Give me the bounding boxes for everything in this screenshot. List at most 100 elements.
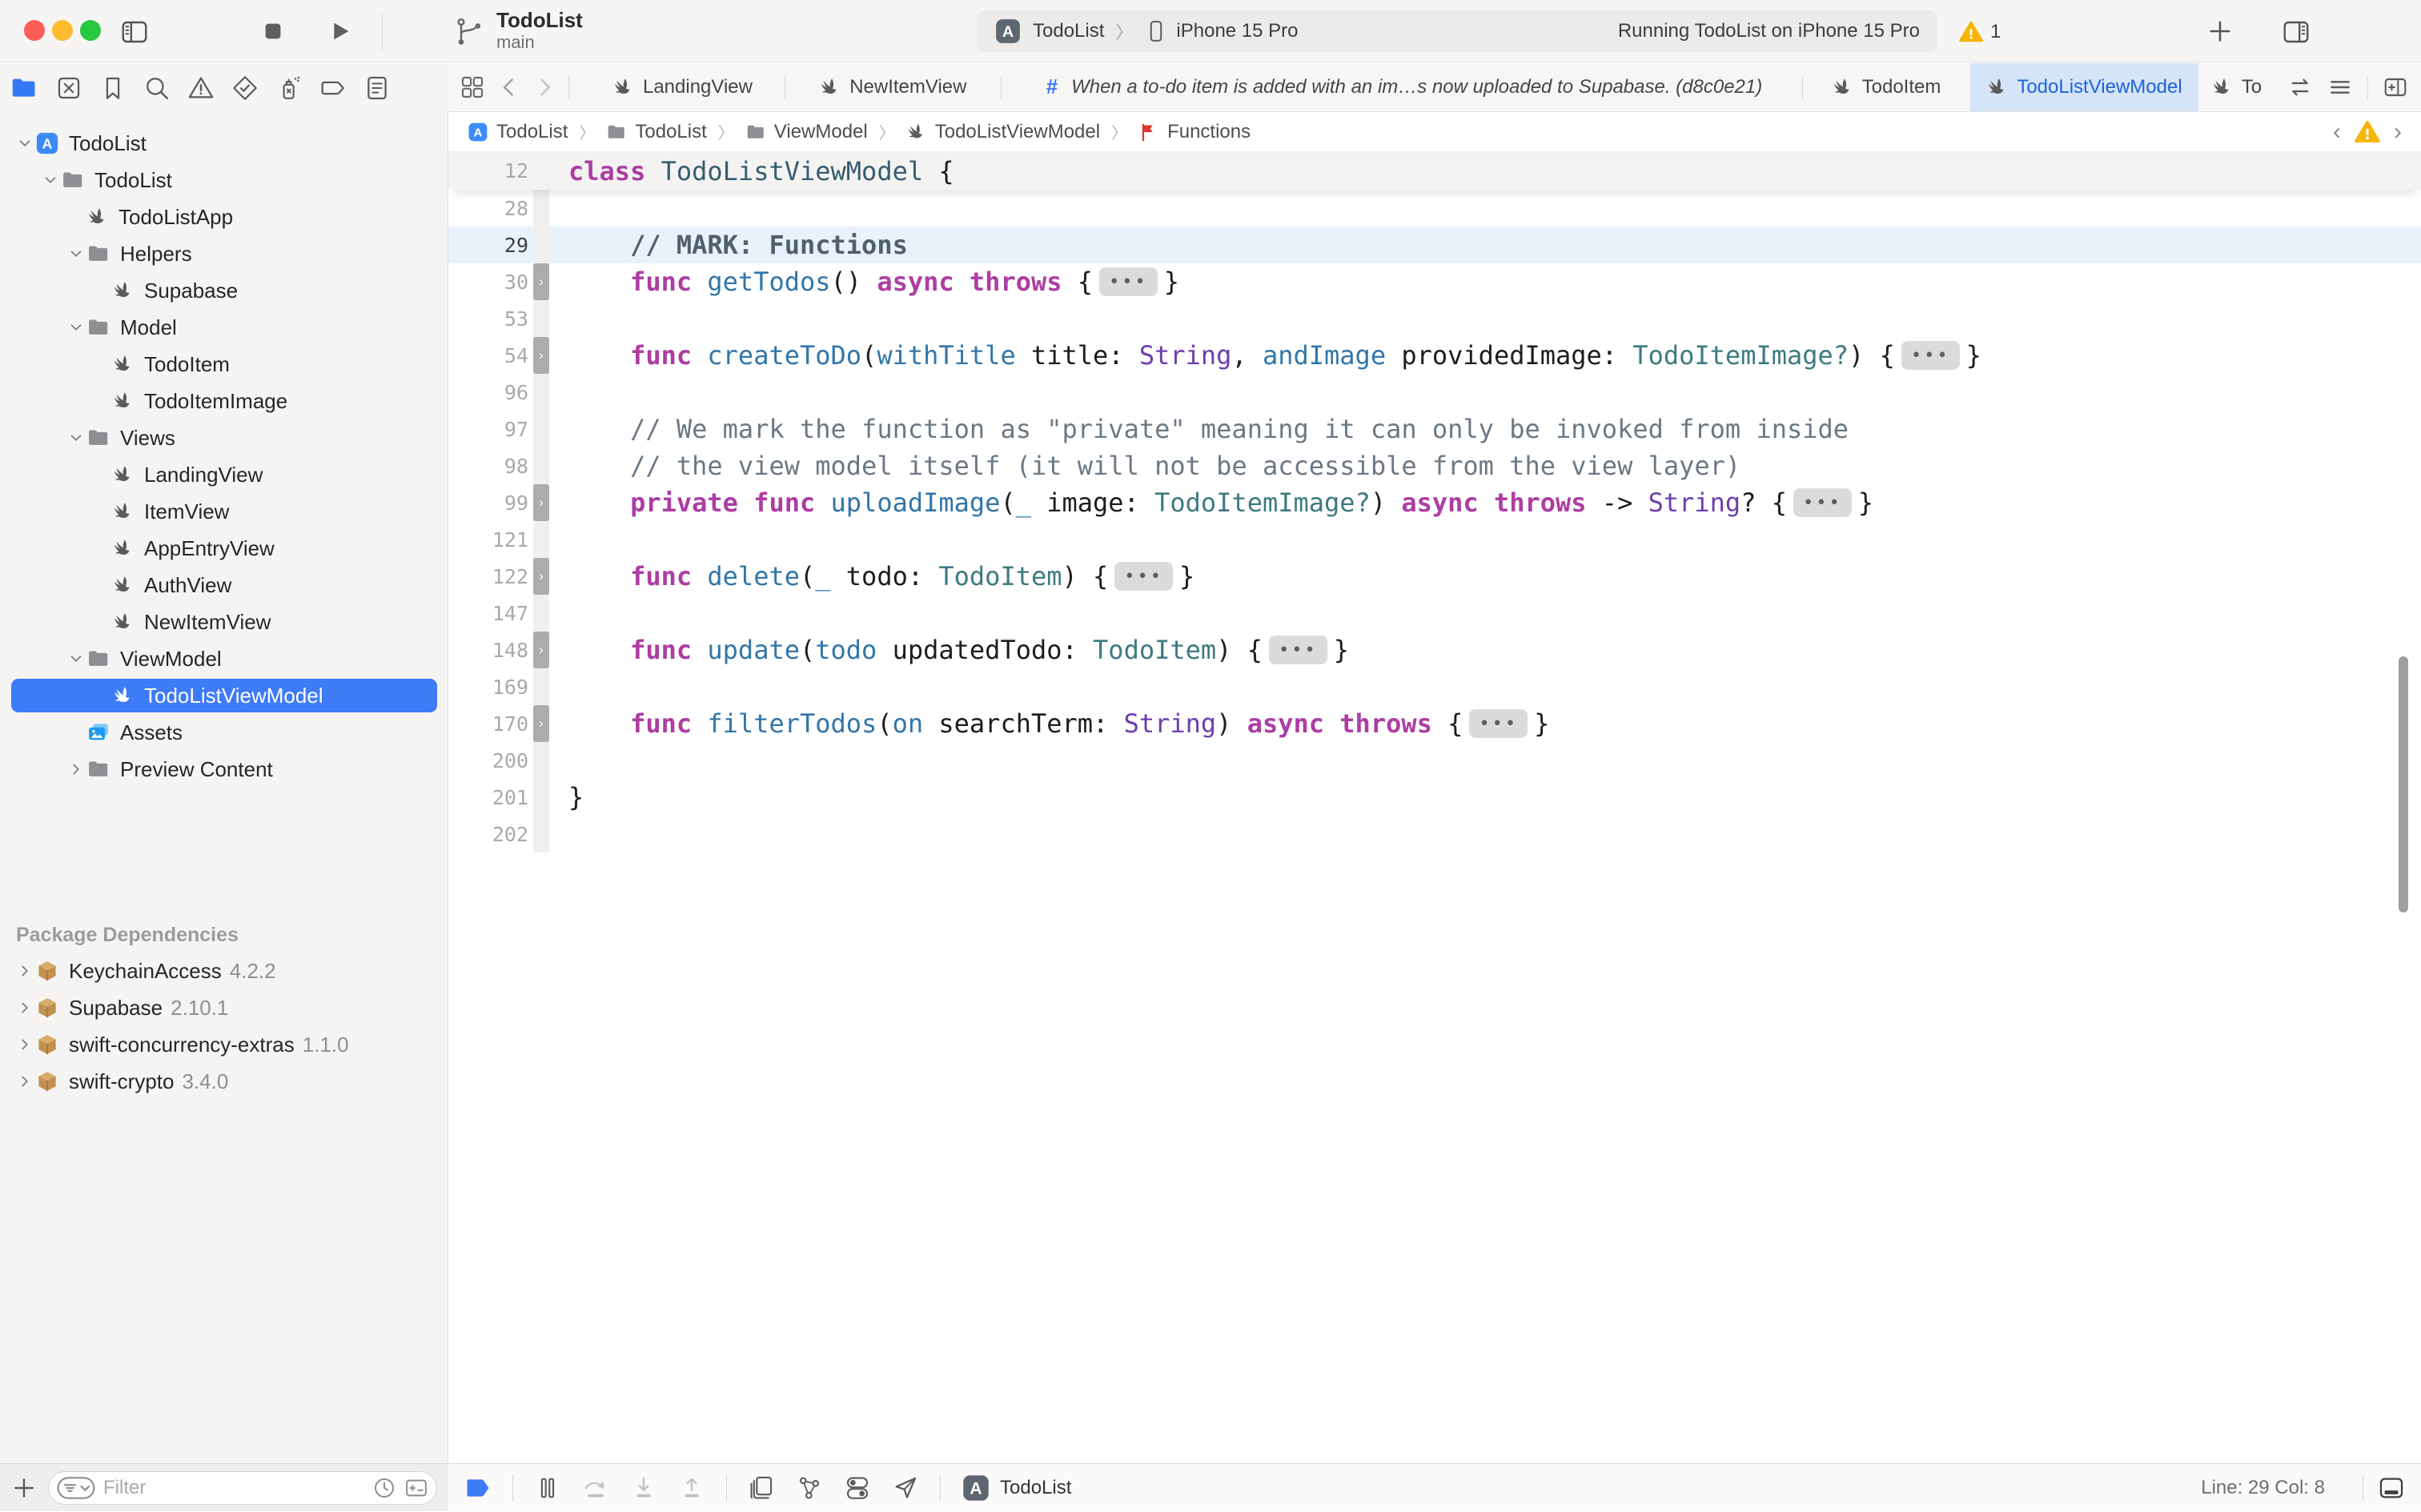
line-number[interactable]: 98	[448, 455, 528, 478]
line-number[interactable]: 99	[448, 491, 528, 515]
hide-debug-area-icon[interactable]	[2378, 1474, 2405, 1502]
sidebar-item-todolist[interactable]: ATodoList	[0, 125, 448, 162]
project-navigator-icon[interactable]	[10, 74, 38, 102]
chevron-right-icon[interactable]	[66, 760, 86, 778]
pause-icon[interactable]	[534, 1474, 561, 1502]
breadcrumb-item-viewmodel[interactable]: ViewModel	[745, 121, 868, 143]
breakpoints-toggle-icon[interactable]	[464, 1474, 492, 1502]
sticky-scope-header[interactable]: 12class TodoListViewModel {	[448, 152, 2421, 190]
fold-ribbon[interactable]	[533, 300, 549, 337]
code-fold-ellipsis-button[interactable]: •••	[1901, 341, 1960, 370]
fold-marker-icon[interactable]: ›	[533, 484, 549, 521]
chevron-right-icon[interactable]	[14, 962, 35, 980]
line-number[interactable]: 53	[448, 307, 528, 331]
fold-ribbon[interactable]: ›	[533, 705, 549, 742]
sidebar-item-todolistviewmodel[interactable]: TodoListViewModel	[0, 677, 448, 714]
fold-ribbon[interactable]	[533, 668, 549, 705]
fold-ribbon[interactable]	[533, 595, 549, 632]
scheme-name[interactable]: TodoList	[1033, 20, 1104, 42]
code-line-170[interactable]: 170› func filterTodos(on searchTerm: Str…	[448, 705, 2421, 742]
toggle-left-sidebar-button[interactable]	[120, 18, 149, 46]
chevron-right-icon[interactable]	[14, 1036, 35, 1053]
code-line-99[interactable]: 99› private func uploadImage(_ image: To…	[448, 484, 2421, 521]
package-item-supabase[interactable]: Supabase2.10.1	[0, 989, 448, 1026]
find-navigator-icon[interactable]	[143, 74, 171, 102]
sidebar-item-preview-content[interactable]: Preview Content	[0, 751, 448, 788]
code-line-147[interactable]: 147	[448, 595, 2421, 632]
chevron-down-icon[interactable]	[40, 171, 61, 189]
environment-overrides-icon[interactable]	[844, 1474, 871, 1502]
sidebar-item-todolistapp[interactable]: TodoListApp	[0, 199, 448, 235]
fold-ribbon[interactable]	[533, 411, 549, 447]
running-app-indicator[interactable]: A TodoList	[962, 1474, 1071, 1502]
chevron-down-icon[interactable]	[66, 650, 86, 668]
fold-marker-icon[interactable]: ›	[533, 558, 549, 595]
code-editor[interactable]: 12class TodoListViewModel {2829 // MARK:…	[448, 152, 2421, 1463]
step-into-icon[interactable]	[630, 1474, 657, 1502]
fold-ribbon[interactable]: ›	[533, 263, 549, 300]
editor-scrollbar[interactable]	[2399, 656, 2408, 912]
line-number[interactable]: 54	[448, 344, 528, 367]
tab-todolistviewmodel[interactable]: TodoListViewModel	[1970, 63, 2198, 111]
line-number[interactable]: 202	[448, 823, 528, 846]
code-line-54[interactable]: 54› func createToDo(withTitle title: Str…	[448, 337, 2421, 374]
filter-field[interactable]	[48, 1471, 437, 1505]
run-destination[interactable]: iPhone 15 Pro	[1176, 20, 1298, 42]
code-line-148[interactable]: 148› func update(todo updatedTodo: TodoI…	[448, 632, 2421, 668]
recents-clock-icon[interactable]	[372, 1476, 396, 1500]
tests-navigator-icon[interactable]	[231, 74, 259, 102]
fold-ribbon[interactable]	[533, 742, 549, 779]
code-fold-ellipsis-button[interactable]: •••	[1793, 488, 1852, 517]
code-line-96[interactable]: 96	[448, 374, 2421, 411]
sidebar-item-supabase[interactable]: Supabase	[0, 272, 448, 309]
breadcrumb-item-todolist[interactable]: TodoList	[606, 121, 706, 143]
minimize-window-button[interactable]	[52, 20, 73, 41]
code-line-30[interactable]: 30› func getTodos() async throws {•••}	[448, 263, 2421, 300]
source-control-navigator-icon[interactable]	[55, 74, 82, 102]
line-number[interactable]: 28	[448, 197, 528, 220]
add-file-icon[interactable]	[11, 1475, 37, 1501]
chevron-down-icon[interactable]	[14, 134, 35, 152]
fold-ribbon[interactable]	[533, 779, 549, 816]
fold-ribbon[interactable]	[533, 816, 549, 852]
line-number[interactable]: 148	[448, 639, 528, 662]
sidebar-item-todolist[interactable]: TodoList	[0, 162, 448, 199]
step-over-icon[interactable]	[582, 1474, 609, 1502]
tab-todoitem[interactable]: TodoItem	[1802, 63, 1970, 111]
back-chevron-icon[interactable]	[498, 76, 520, 98]
related-items-icon[interactable]	[2287, 74, 2313, 100]
chevron-right-icon[interactable]	[14, 999, 35, 1017]
view-hierarchy-icon[interactable]	[748, 1474, 775, 1502]
sidebar-item-todoitem[interactable]: TodoItem	[0, 346, 448, 383]
close-window-button[interactable]	[24, 20, 45, 41]
fold-ribbon[interactable]	[533, 374, 549, 411]
fold-marker-icon[interactable]: ›	[533, 705, 549, 742]
sidebar-item-appentryview[interactable]: AppEntryView	[0, 530, 448, 567]
warning-icon[interactable]	[2354, 118, 2381, 146]
fold-ribbon[interactable]: ›	[533, 484, 549, 521]
code-line-122[interactable]: 122› func delete(_ todo: TodoItem) {•••}	[448, 558, 2421, 595]
code-line-97[interactable]: 97 // We mark the function as "private" …	[448, 411, 2421, 447]
sidebar-item-helpers[interactable]: Helpers	[0, 235, 448, 272]
code-fold-ellipsis-button[interactable]: •••	[1469, 709, 1528, 738]
fold-marker-icon[interactable]: ›	[533, 632, 549, 668]
fold-marker-icon[interactable]: ›	[533, 263, 549, 300]
line-number[interactable]: 30	[448, 271, 528, 294]
code-line-53[interactable]: 53	[448, 300, 2421, 337]
line-number[interactable]: 200	[448, 749, 528, 772]
add-button[interactable]	[2206, 18, 2234, 45]
tab-landingview[interactable]: LandingView	[580, 63, 785, 111]
sidebar-item-views[interactable]: Views	[0, 419, 448, 456]
chevron-down-icon[interactable]	[66, 319, 86, 336]
sidebar-item-viewmodel[interactable]: ViewModel	[0, 640, 448, 677]
reports-navigator-icon[interactable]	[363, 74, 391, 102]
line-number[interactable]: 169	[448, 676, 528, 699]
package-item-swift-concurrency-extras[interactable]: swift-concurrency-extras1.1.0	[0, 1026, 448, 1063]
scheme-status-pill[interactable]: A TodoList 〉 iPhone 15 Pro Running TodoL…	[977, 10, 1937, 52]
line-number[interactable]: 147	[448, 602, 528, 625]
line-number[interactable]: 97	[448, 418, 528, 441]
memory-graph-icon[interactable]	[796, 1474, 823, 1502]
editor-grid-icon[interactable]	[460, 74, 485, 100]
code-line-98[interactable]: 98 // the view model itself (it will not…	[448, 447, 2421, 484]
warning-badge[interactable]: 1	[1958, 19, 2001, 45]
